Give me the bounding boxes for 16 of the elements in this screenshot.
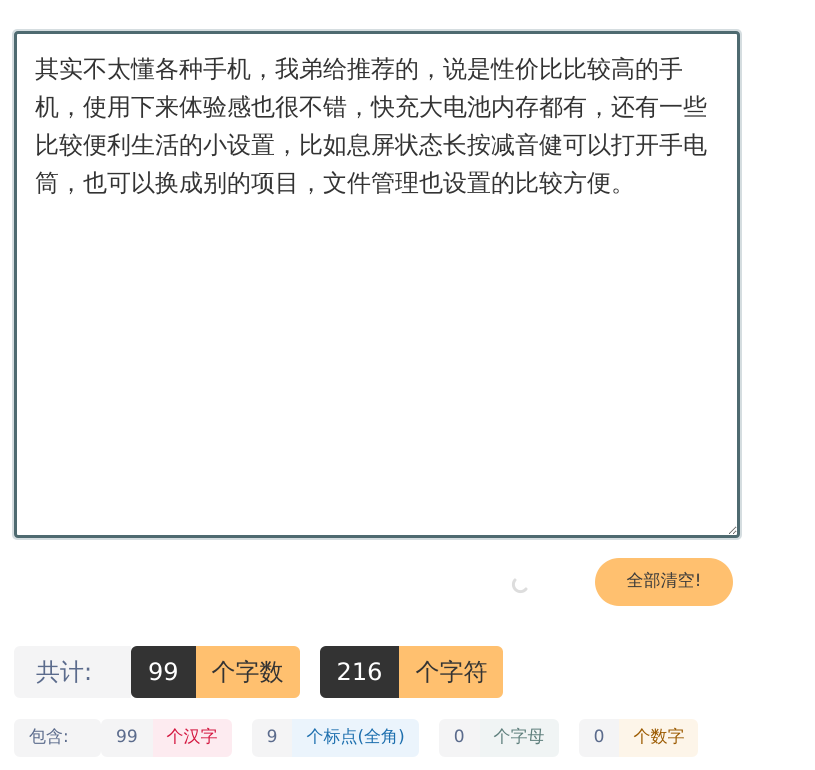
clear-all-button[interactable]: 全部清空! (595, 558, 733, 606)
count-value: 99 (101, 719, 153, 757)
count-value: 216 (320, 646, 400, 698)
count-value: 99 (131, 646, 196, 698)
count-unit: 个标点(全角) (292, 719, 419, 757)
count-unit: 个字符 (399, 646, 504, 698)
text-area[interactable]: 其实不太懂各种手机，我弟给推荐的，说是性价比比较高的手机，使用下来体验感也很不错，快充大电池内存都有，还有一些比较便利生活的小设置，比如息屏状态长按减音健可以打开手电筒，也可以换成别的项目，文件管理也设置的比较方便。 (14, 31, 740, 538)
count-unit: 个字母 (480, 719, 559, 757)
count-unit: 个数字 (619, 719, 698, 757)
count-unit: 个字数 (196, 646, 300, 698)
count-value: 0 (578, 719, 620, 757)
total-label: 共计: (14, 646, 131, 698)
count-value: 9 (252, 719, 292, 757)
count-unit: 个汉字 (152, 719, 232, 757)
count-value: 0 (438, 719, 480, 757)
contains-label: 包含: (14, 719, 101, 757)
